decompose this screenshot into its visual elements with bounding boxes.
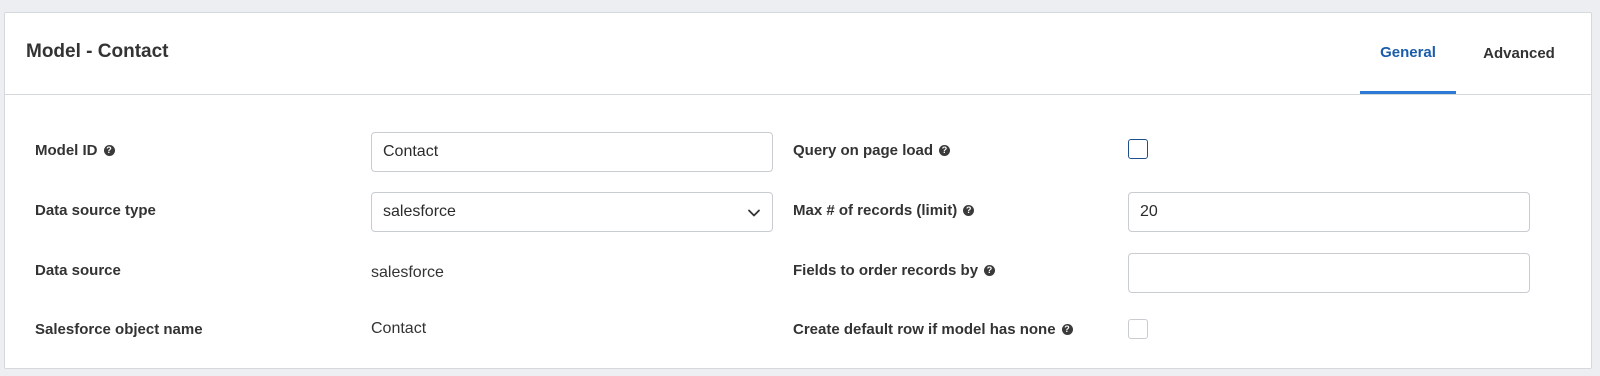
question-circle-icon[interactable]: ? (963, 205, 975, 216)
order-fields-input[interactable] (1128, 253, 1530, 293)
order-fields-label: Fields to order records by ? (793, 262, 996, 279)
query-on-page-load-checkbox[interactable] (1128, 139, 1148, 159)
question-circle-icon[interactable]: ? (103, 145, 115, 156)
data-source-type-value: salesforce (383, 203, 456, 220)
chevron-down-icon (748, 209, 760, 217)
question-circle-icon[interactable]: ? (939, 145, 951, 156)
data-source-type-label-text: Data source type (35, 202, 156, 219)
query-on-page-load-label-text: Query on page load (793, 142, 934, 159)
create-default-row-label: Create default row if model has none ? (793, 321, 1073, 338)
data-source-type-select[interactable]: salesforce (371, 192, 773, 232)
model-properties-panel: Model - Contact General Advanced Model I… (4, 12, 1592, 369)
query-on-page-load-label: Query on page load ? (793, 142, 951, 159)
salesforce-object-name-value: Contact (371, 320, 427, 337)
question-circle-icon[interactable]: ? (1061, 324, 1073, 335)
panel-header: Model - Contact General Advanced (5, 13, 1591, 95)
max-records-value: 20 (1140, 203, 1158, 220)
tab-general[interactable]: General (1360, 13, 1456, 94)
max-records-input[interactable]: 20 (1128, 192, 1530, 232)
model-id-input[interactable]: Contact (371, 132, 773, 172)
max-records-label-text: Max # of records (limit) (793, 202, 958, 219)
max-records-label: Max # of records (limit) ? (793, 202, 975, 219)
salesforce-object-name-label-text: Salesforce object name (35, 321, 203, 338)
data-source-value: salesforce (371, 264, 444, 281)
model-id-label: Model ID ? (35, 142, 115, 159)
page-title: Model - Contact (26, 41, 169, 62)
salesforce-object-name-label: Salesforce object name (35, 321, 203, 338)
data-source-label: Data source (35, 262, 121, 279)
question-circle-icon[interactable]: ? (984, 265, 996, 276)
model-id-value: Contact (383, 143, 439, 160)
tab-advanced[interactable]: Advanced (1466, 13, 1572, 94)
data-source-label-text: Data source (35, 262, 121, 279)
order-fields-label-text: Fields to order records by (793, 262, 979, 279)
create-default-row-label-text: Create default row if model has none (793, 321, 1056, 338)
create-default-row-checkbox[interactable] (1128, 319, 1148, 339)
data-source-type-label: Data source type (35, 202, 156, 219)
model-id-label-text: Model ID (35, 142, 98, 159)
